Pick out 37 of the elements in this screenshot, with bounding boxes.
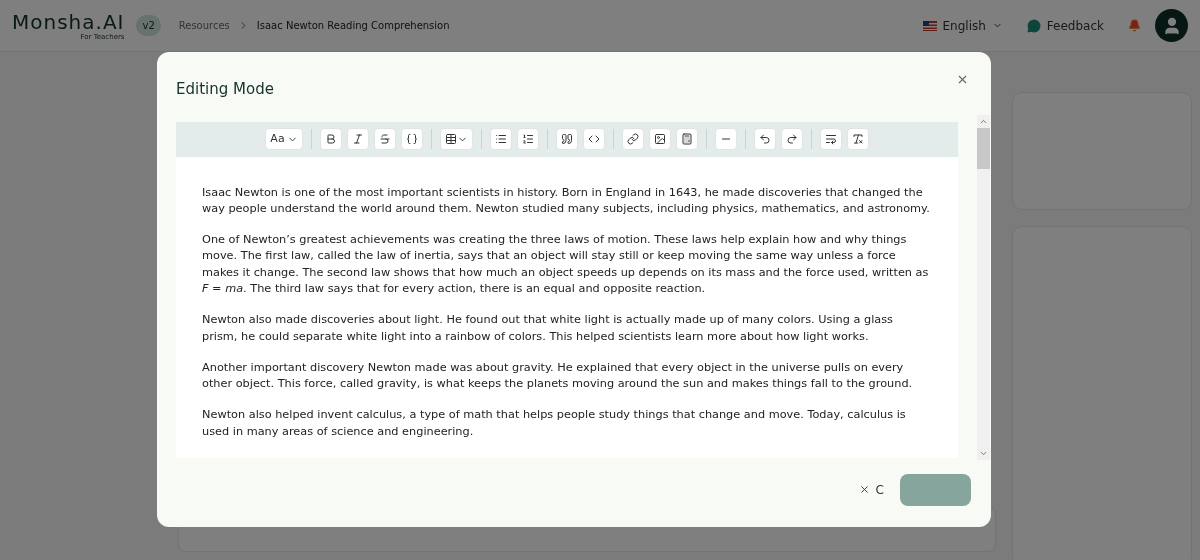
cancel-button[interactable]: C xyxy=(858,480,884,499)
close-icon xyxy=(858,484,870,495)
logo[interactable]: Monsha.AI xyxy=(12,10,125,33)
redo-icon[interactable] xyxy=(780,128,803,150)
image-icon[interactable] xyxy=(648,128,671,150)
numbered-list-icon[interactable] xyxy=(516,128,539,150)
flag-icon xyxy=(922,20,937,31)
feedback-button[interactable]: Feedback xyxy=(1026,16,1104,35)
bold-icon[interactable] xyxy=(319,128,342,150)
text-style-dropdown[interactable]: Aa xyxy=(265,128,303,150)
chat-bubble-icon xyxy=(1026,18,1041,33)
scrollbar[interactable] xyxy=(977,114,990,460)
code-icon[interactable] xyxy=(582,128,605,150)
paragraph: Another important discovery Newton made was about gravity. He explained that every object in the universe pulls on every other object. This force, called gravity, is what keeps the planets moving around the sun and makes things fall to the ground. xyxy=(202,359,914,393)
avatar[interactable] xyxy=(1155,9,1188,42)
quote-icon[interactable] xyxy=(555,128,578,150)
undo-icon[interactable] xyxy=(753,128,776,150)
breadcrumb: Isaac Newton Reading Comprehension xyxy=(256,19,450,33)
language-selector[interactable]: English xyxy=(922,16,1003,35)
clear-formatting-icon[interactable] xyxy=(846,128,869,150)
italic-icon[interactable] xyxy=(346,128,369,150)
version-badge: v2 xyxy=(136,15,161,36)
notification-bell-icon[interactable] xyxy=(1128,19,1141,32)
scrollbar-thumb[interactable] xyxy=(977,127,990,169)
paragraph: One of Newton’s greatest achievements was creating the three laws of motion. These laws help explain how and why things move. The first law, called the law of inertia, says that an object will stay still or keep moving the same way unless a force makes it change. The second law shows that how much an object speeds up depends on its mass and the force used, written as F = ma. The third law says that for every action, there is an equal and opposite reaction. xyxy=(202,232,930,297)
link-icon[interactable] xyxy=(621,128,644,150)
dialog-title: Editing Mode xyxy=(176,79,274,100)
paragraph: Isaac Newton is one of the most important scientists in history. Born in England in 1643, he made discoveries that changed the way people understand the world around them. Newton studied many subjects, including physics, mathematics, and astronomy. xyxy=(202,184,931,217)
breadcrumb[interactable]: Resources xyxy=(178,18,230,33)
bullet-list-icon[interactable] xyxy=(489,128,512,150)
paragraph: Newton also made discoveries about light. He found out that white light is actually made up of many colors. Using a glass prism, he could separate white light into a rainbow of colors. This helped scientists learn more about how light works. xyxy=(202,312,894,345)
wrap-text-icon[interactable] xyxy=(819,128,842,150)
table-icon[interactable] xyxy=(439,128,473,150)
editor[interactable] xyxy=(176,121,958,458)
braces-icon[interactable] xyxy=(400,128,423,150)
strikethrough-icon[interactable] xyxy=(373,128,396,150)
paragraph: Newton also helped invent calculus, a type of math that helps people study things that change and move. Today, calculus is used in many areas of science and engineering. xyxy=(202,407,907,440)
